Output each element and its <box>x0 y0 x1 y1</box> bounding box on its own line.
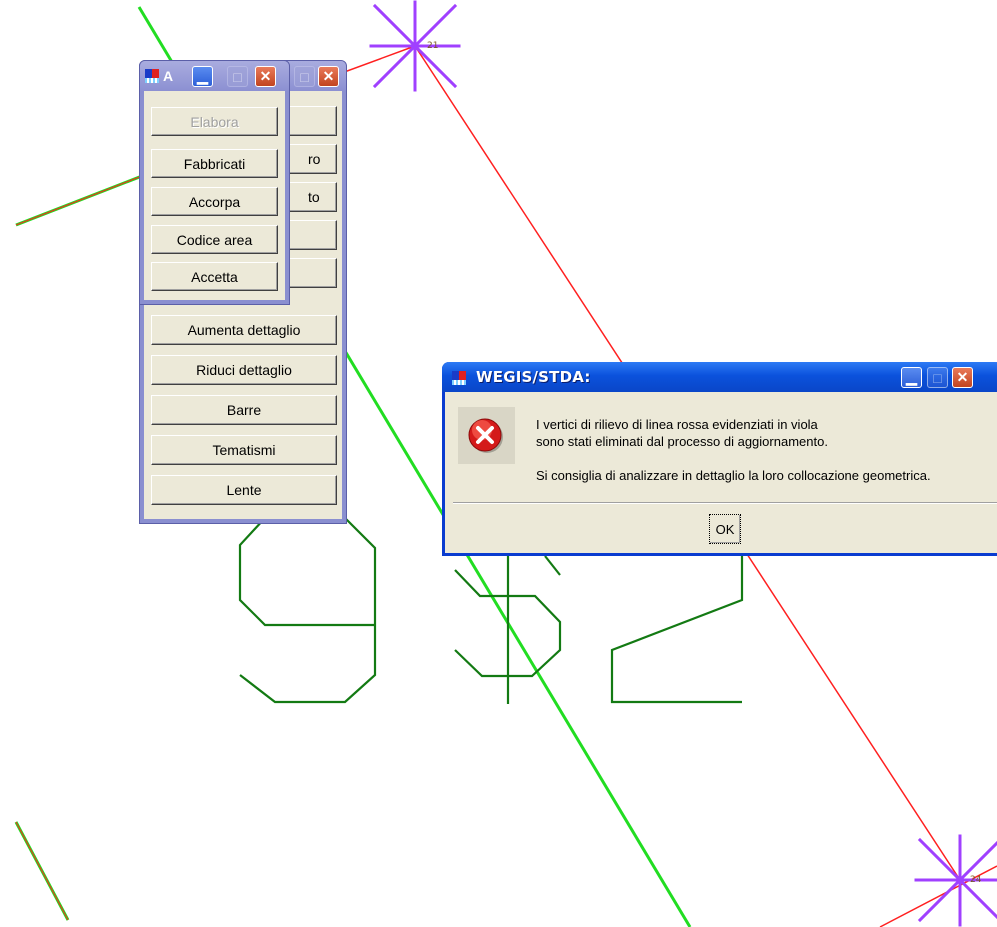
app-icon <box>145 69 159 83</box>
ok-button-label: OK <box>715 521 735 537</box>
dialog-separator <box>453 502 997 504</box>
dialog-message-line: sono stati eliminati dal processo di agg… <box>536 434 828 449</box>
minimize-icon[interactable]: ▁ <box>901 367 922 388</box>
dialog-titlebar[interactable]: WEGIS/STDA: ▁ □ ✕ <box>442 362 997 392</box>
error-icon <box>468 418 503 453</box>
tematismi-button[interactable]: Tematismi <box>151 435 337 465</box>
barre-button[interactable]: Barre <box>151 395 337 425</box>
palette-back-button-3-label: to <box>308 189 320 205</box>
dialog-message-line <box>536 450 931 467</box>
maximize-icon[interactable]: □ <box>227 66 248 87</box>
maximize-icon[interactable]: □ <box>294 66 315 87</box>
palette-front-titlebar[interactable]: A ▁ □ ✕ <box>140 61 289 91</box>
lente-button[interactable]: Lente <box>151 475 337 505</box>
fabbricati-button[interactable]: Fabbricati <box>151 149 278 178</box>
minimize-icon[interactable]: ▁ <box>192 66 213 87</box>
vertex-marker-21 <box>369 0 461 92</box>
close-icon[interactable]: ✕ <box>255 66 276 87</box>
dialog-message: I vertici di rilievo di linea rossa evid… <box>536 416 931 484</box>
ok-button[interactable]: OK <box>709 514 741 544</box>
message-dialog: WEGIS/STDA: ▁ □ ✕ I vertici di rilievo d… <box>442 362 997 556</box>
accetta-button[interactable]: Accetta <box>151 262 278 291</box>
palette-back-button-2-label: ro <box>308 151 321 167</box>
close-icon[interactable]: ✕ <box>952 367 973 388</box>
dialog-message-line: I vertici di rilievo di linea rossa evid… <box>536 417 818 432</box>
error-icon-frame <box>458 407 515 464</box>
parcel-number-2 <box>610 556 744 704</box>
parcel-number-9 <box>238 517 377 704</box>
palette-front-title: A <box>163 68 174 84</box>
palette-front-window: A ▁ □ ✕ Elabora Fabbricati Accorpa Codic… <box>139 60 290 305</box>
vertex-label-21: 21 <box>427 41 438 51</box>
red-line-bottom-left-core <box>15 821 69 921</box>
palette-front-body: Elabora Fabbricati Accorpa Codice area A… <box>144 91 285 300</box>
aumenta-dettaglio-button[interactable]: Aumenta dettaglio <box>151 315 337 345</box>
dialog-message-line: Si consiglia di analizzare in dettaglio … <box>536 468 931 483</box>
close-icon[interactable]: ✕ <box>318 66 339 87</box>
vertex-label-24: 24 <box>970 875 982 885</box>
app-icon <box>452 371 466 385</box>
elabora-button[interactable]: Elabora <box>151 107 278 136</box>
accorpa-button[interactable]: Accorpa <box>151 187 278 216</box>
riduci-dettaglio-button[interactable]: Riduci dettaglio <box>151 355 337 385</box>
dialog-title: WEGIS/STDA: <box>476 368 591 386</box>
vertex-marker-24 <box>914 834 997 927</box>
maximize-icon[interactable]: □ <box>927 367 948 388</box>
codice-area-button[interactable]: Codice area <box>151 225 278 254</box>
